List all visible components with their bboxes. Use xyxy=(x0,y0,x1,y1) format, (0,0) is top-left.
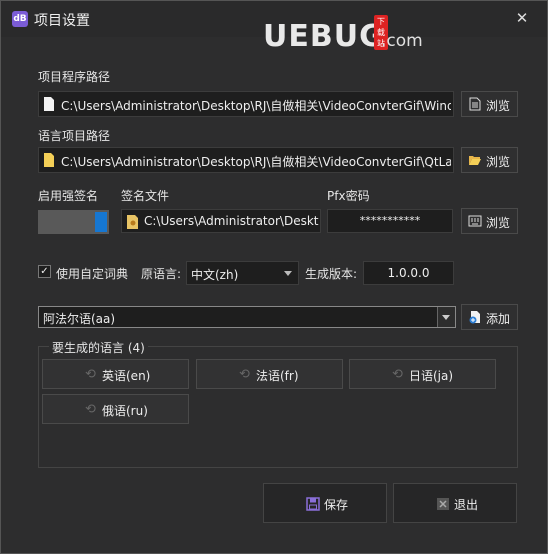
lang-project-path-label: 语言项目路径 xyxy=(38,129,111,143)
project-settings-window: dB 项目设置 ✕ UEBUG 下载站 .com 项目程序路径 C:\Users… xyxy=(0,0,548,554)
custom-dictionary-label: 使用自定词典 xyxy=(56,267,129,281)
keyboard-icon xyxy=(468,215,482,227)
refresh-icon: ⟲ xyxy=(392,367,403,382)
language-button-ja[interactable]: ⟲ 日语(ja) xyxy=(349,359,496,389)
language-button-en[interactable]: ⟲ 英语(en) xyxy=(42,359,189,389)
strong-name-label: 启用强签名 xyxy=(38,189,99,203)
sign-file-label: 签名文件 xyxy=(121,189,170,203)
lang-project-path-browse-button[interactable]: 浏览 xyxy=(461,147,518,173)
file-icon xyxy=(44,97,54,111)
add-document-icon xyxy=(469,311,480,324)
exit-icon xyxy=(437,498,449,510)
sign-file-field[interactable]: C:\Users\Administrator\Deskt xyxy=(121,209,321,233)
custom-dictionary-checkbox[interactable]: ✓ xyxy=(38,265,51,278)
document-icon xyxy=(469,97,481,111)
chevron-down-icon xyxy=(284,271,292,276)
app-icon: dB xyxy=(12,11,28,27)
refresh-icon: ⟲ xyxy=(85,402,96,417)
language-button-fr[interactable]: ⟲ 法语(fr) xyxy=(196,359,343,389)
watermark-suffix: .com xyxy=(381,31,423,51)
lang-project-path-field[interactable]: C:\Users\Administrator\Desktop\RJ\自做相关\V… xyxy=(38,147,454,173)
target-languages-title: 要生成的语言 (4) xyxy=(49,339,148,356)
save-icon xyxy=(306,497,320,511)
language-button-ru[interactable]: ⟲ 俄语(ru) xyxy=(42,394,189,424)
pfx-label: Pfx密码 xyxy=(327,189,370,203)
build-version-label: 生成版本: xyxy=(305,267,358,281)
certificate-icon xyxy=(127,215,138,229)
exit-button[interactable]: 退出 xyxy=(393,483,517,523)
source-language-select[interactable]: 中文(zh) xyxy=(186,261,299,285)
refresh-icon: ⟲ xyxy=(85,367,96,382)
watermark-text: UEBUG xyxy=(263,19,385,54)
language-dropdown-button[interactable] xyxy=(437,307,455,327)
project-path-browse-button[interactable]: 浏览 xyxy=(461,91,518,117)
project-path-field[interactable]: C:\Users\Administrator\Desktop\RJ\自做相关\V… xyxy=(38,91,454,117)
build-version-field[interactable]: 1.0.0.0 xyxy=(363,261,454,285)
chevron-down-icon xyxy=(442,315,450,320)
folder-open-icon xyxy=(469,156,481,165)
strong-name-toggle[interactable] xyxy=(38,210,109,234)
window-title: 项目设置 xyxy=(34,13,90,29)
close-icon[interactable]: ✕ xyxy=(511,7,533,29)
source-language-label: 原语言: xyxy=(141,267,182,281)
save-button[interactable]: 保存 xyxy=(263,483,387,523)
refresh-icon: ⟲ xyxy=(239,367,250,382)
pfx-password-field[interactable]: *********** xyxy=(327,209,453,233)
pfx-browse-button[interactable]: 浏览 xyxy=(461,208,518,234)
project-path-label: 项目程序路径 xyxy=(38,70,111,84)
yellow-file-icon xyxy=(44,153,54,167)
language-select[interactable]: 阿法尔语(aa) xyxy=(38,306,456,328)
add-language-button[interactable]: 添加 xyxy=(461,304,518,330)
toggle-knob xyxy=(95,212,107,232)
